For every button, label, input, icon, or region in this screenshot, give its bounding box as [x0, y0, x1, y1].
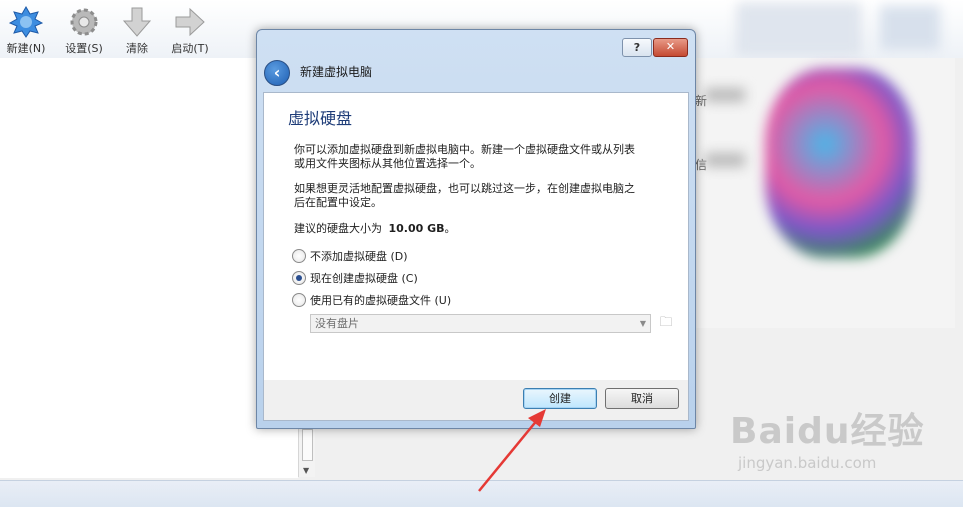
radio-existing-disk-label[interactable]: 使用已有的虚拟硬盘文件 (U): [310, 292, 451, 308]
cancel-button[interactable]: 取消: [605, 388, 679, 409]
recommended-size-value: 10.00 GB: [388, 222, 445, 235]
settings-gear-icon: [70, 8, 98, 36]
description-line: 你可以添加虚拟硬盘到新虚拟电脑中。新建一个虚拟硬盘文件或从列表: [294, 143, 635, 156]
start-button[interactable]: 启动(T): [164, 4, 216, 55]
wizard-page: 虚拟硬盘 你可以添加虚拟硬盘到新虚拟电脑中。新建一个虚拟硬盘文件或从列表 或用文…: [263, 92, 689, 382]
discard-button[interactable]: 清除: [111, 4, 163, 55]
discard-arrow-icon: [122, 7, 152, 37]
create-button[interactable]: 创建: [523, 388, 597, 409]
radio-create-disk[interactable]: [292, 271, 306, 285]
recommended-prefix: 建议的硬盘大小为: [294, 222, 382, 235]
watermark-brand: Baidu经验: [730, 411, 925, 452]
radio-no-disk[interactable]: [292, 249, 306, 263]
blurred-text: [705, 88, 745, 102]
radio-existing-disk[interactable]: [292, 293, 306, 307]
dialog-footer: 创建 取消: [263, 380, 689, 421]
start-arrow-icon: [175, 7, 205, 37]
back-arrow-icon[interactable]: ‹: [264, 60, 290, 86]
blurred-tab-area: [738, 4, 860, 54]
blurred-snapshot-button: [880, 6, 940, 50]
details-panel: 新 信: [695, 58, 955, 328]
new-vm-button[interactable]: 新建(N): [0, 4, 52, 55]
description-paragraph: 如果想更灵活地配置虚拟硬盘，也可以跳过这一步，在创建虚拟电脑之 后在配置中设定。: [294, 182, 674, 210]
new-vm-wizard-dialog: ? ✕ ‹ 新建虚拟电脑 虚拟硬盘 你可以添加虚拟硬盘到新虚拟电脑中。新建一个虚…: [256, 29, 696, 429]
dialog-title: 新建虚拟电脑: [300, 65, 373, 79]
blurred-text: [705, 153, 745, 167]
new-vm-icon: [9, 6, 43, 38]
virtualbox-logo-icon: [765, 68, 915, 258]
existing-disk-select[interactable]: 没有盘片 ▼: [310, 314, 651, 333]
description-line: 或用文件夹图标从其他位置选择一个。: [294, 157, 481, 170]
baidu-watermark: Baidu经验 jingyan.baidu.com: [730, 402, 960, 492]
discard-label: 清除: [126, 42, 148, 55]
description-line: 后在配置中设定。: [294, 196, 382, 209]
vm-list-panel[interactable]: [0, 58, 298, 478]
watermark-url: jingyan.baidu.com: [738, 454, 877, 472]
existing-disk-select-value: 没有盘片: [315, 317, 359, 330]
start-label: 启动(T): [171, 42, 209, 55]
settings-label: 设置(S): [65, 42, 103, 55]
page-title: 虚拟硬盘: [288, 109, 353, 128]
close-button[interactable]: ✕: [653, 38, 688, 57]
folder-icon[interactable]: 🗀: [657, 314, 675, 331]
chevron-down-icon: ▼: [639, 319, 646, 328]
help-button[interactable]: ?: [622, 38, 652, 57]
scrollbar-thumb[interactable]: [302, 429, 313, 461]
new-vm-label: 新建(N): [6, 42, 46, 55]
recommended-suffix: 。: [444, 222, 456, 235]
radio-no-disk-label[interactable]: 不添加虚拟硬盘 (D): [310, 248, 408, 264]
description-line: 如果想更灵活地配置虚拟硬盘，也可以跳过这一步，在创建虚拟电脑之: [294, 182, 635, 195]
scroll-down-arrow-icon[interactable]: ▼: [303, 466, 309, 475]
recommended-size-text: 建议的硬盘大小为 10.00 GB。: [294, 222, 674, 236]
radio-create-disk-label[interactable]: 现在创建虚拟硬盘 (C): [310, 270, 418, 286]
description-paragraph: 你可以添加虚拟硬盘到新虚拟电脑中。新建一个虚拟硬盘文件或从列表 或用文件夹图标从…: [294, 143, 674, 171]
settings-button[interactable]: 设置(S): [58, 4, 110, 55]
vm-list-scrollbar[interactable]: ▼: [298, 427, 315, 477]
status-bar: [0, 480, 963, 507]
